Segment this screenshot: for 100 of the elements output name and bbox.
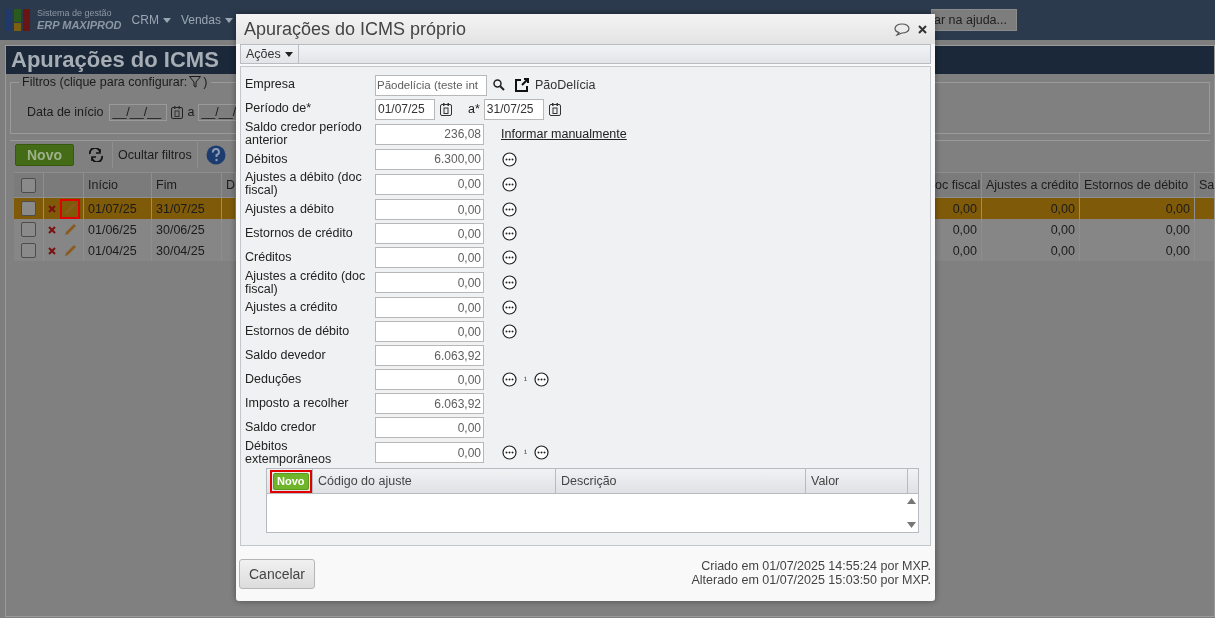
column-header[interactable]: Descrição [561,474,617,488]
amount-field[interactable]: 6.063,92 [375,345,484,367]
table-cell: 01/04/25 [88,243,137,258]
amount-field[interactable]: 0,00 [375,272,484,294]
table-cell: 0,00 [952,243,977,258]
checkbox[interactable] [21,201,36,216]
column-header[interactable]: Ajustes a crédito [986,178,1079,192]
column-header[interactable]: Sa [1199,178,1215,192]
more-icon[interactable] [502,275,517,291]
filter-icon[interactable] [189,76,202,88]
scroll-down-icon[interactable] [906,522,916,528]
table-cell: 30/04/25 [156,243,205,258]
field-label: Saldo devedor [245,349,327,363]
field-label: Ajustes a crédito (doc fiscal) [245,269,367,296]
filters-legend-end: ) [203,75,208,89]
more-icon[interactable] [502,372,517,388]
caret-icon [162,17,171,23]
comment-icon[interactable] [894,22,910,36]
field-label: Ajustes a débito [245,202,335,217]
table-cell: 0,00 [1165,201,1190,216]
amount-field[interactable]: 0,00 [375,173,484,195]
search-icon[interactable] [493,79,505,91]
amount-field[interactable]: 0,00 [375,321,484,343]
amount-field[interactable]: 0,00 [375,199,484,220]
amount-field[interactable]: 6.063,92 [375,393,484,415]
delete-icon[interactable] [48,225,56,234]
dialog-title: Apurações do ICMS próprio [244,18,468,40]
column-header[interactable]: oc fiscal [935,178,981,192]
refresh-icon[interactable] [88,148,104,162]
cancel-button[interactable]: Cancelar [239,558,316,589]
amount-field[interactable]: 0,00 [375,442,484,464]
date-field[interactable]: 01/07/25 [375,98,435,120]
delete-icon[interactable] [48,246,56,255]
date-field[interactable]: __/__/__ [109,103,168,121]
external-link-icon[interactable] [514,77,530,93]
more-icon[interactable] [502,300,517,316]
help-icon[interactable] [205,145,226,165]
menu-item[interactable]: CRM [131,13,171,27]
column-header[interactable]: Valor [811,474,840,488]
table-cell: 0,00 [1050,243,1075,258]
manual-entry-link[interactable]: Informar manualmente [501,127,627,142]
more-icon[interactable] [502,226,517,241]
field-label: Deduções [245,373,303,387]
field-label: a [187,105,195,119]
column-header[interactable]: D [226,178,236,192]
amount-field[interactable]: 0,00 [375,223,484,244]
caret-icon [284,51,293,57]
table-cell: 0,00 [1050,222,1075,237]
footnote-mark: ¹ [524,374,527,385]
hide-filters-button[interactable]: Ocultar filtros [112,142,198,168]
more-icon[interactable] [502,176,517,192]
field-label: Ajustes a débito (doc fiscal) [245,171,363,198]
table-cell: 0,00 [1165,243,1190,258]
column-header[interactable]: Fim [156,178,177,192]
amount-field[interactable]: 0,00 [375,297,484,319]
amount-field[interactable]: 236,08 [375,123,484,145]
filters-legend[interactable]: Filtros (clique para configurar: [22,75,188,89]
more-icon[interactable] [534,372,549,388]
more-icon[interactable] [534,445,549,461]
amount-field[interactable]: 0,00 [375,369,484,391]
more-icon[interactable] [502,445,517,461]
column-header[interactable]: Código do ajuste [318,474,412,488]
amount-field[interactable]: 0,00 [375,417,484,439]
close-icon[interactable] [918,24,927,34]
company-name[interactable]: PãoDelícia [535,78,596,92]
field-label: Ajustes a crédito [245,301,339,315]
amount-field[interactable]: 6.300,00 [375,148,484,170]
brand-subtitle: Sistema de gestão [37,9,113,19]
field-label: Créditos [245,250,293,265]
column-header[interactable]: Estornos de débito [1084,178,1189,192]
more-icon[interactable] [502,250,517,265]
table-cell: 0,00 [952,222,977,237]
table-cell: 30/06/25 [156,222,205,237]
help-search-field[interactable]: ar na ajuda... [931,9,1017,31]
table-cell: 01/07/25 [88,201,137,216]
field-label: Empresa [245,78,297,92]
table-cell: 31/07/25 [156,201,205,216]
more-icon[interactable] [502,324,517,340]
table-cell: 01/06/25 [88,222,137,237]
menu-item[interactable]: Vendas [180,13,233,27]
amount-field[interactable]: 0,00 [375,247,484,268]
more-icon[interactable] [502,202,517,217]
column-header[interactable]: Início [88,178,118,192]
caret-icon [224,17,233,23]
field-label: Saldo credor [245,421,317,435]
field-label: Saldo credor período anterior [245,121,363,148]
field-label: Estornos de débito [245,325,351,339]
more-icon[interactable] [502,151,517,167]
company-field[interactable]: Pãodelícia (teste int [375,74,487,96]
checkbox[interactable] [21,222,36,237]
actions-menu[interactable]: Ações [241,45,299,63]
page-title: Apurações do ICMS [11,47,219,73]
calendar-icon[interactable] [548,102,561,116]
checkbox[interactable] [21,177,36,193]
scroll-up-icon[interactable] [906,498,916,504]
calendar-icon[interactable] [440,102,452,116]
field-label: Débitos [245,152,289,166]
date-field[interactable]: 31/07/25 [483,98,544,120]
field-label: a* [468,102,480,116]
checkbox[interactable] [21,243,36,258]
